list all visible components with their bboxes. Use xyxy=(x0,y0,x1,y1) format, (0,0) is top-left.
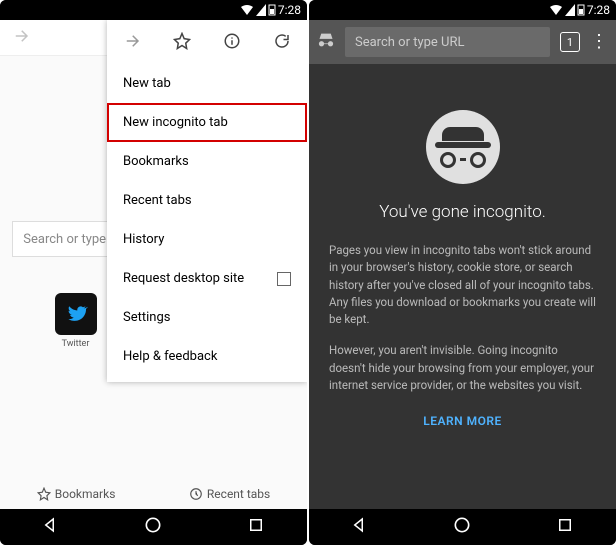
bookmarks-link[interactable]: Bookmarks xyxy=(37,487,116,501)
incognito-badge-icon xyxy=(317,31,335,53)
signal-icon xyxy=(565,4,575,16)
signal-icon xyxy=(256,4,266,16)
status-bar: 7:28 xyxy=(0,0,307,20)
incognito-icon xyxy=(426,110,500,184)
incognito-page: You've gone incognito. Pages you view in… xyxy=(309,64,616,452)
forward-icon[interactable] xyxy=(123,32,141,54)
star-icon[interactable] xyxy=(173,32,191,54)
forward-icon[interactable] xyxy=(12,27,30,49)
home-icon[interactable] xyxy=(452,515,472,539)
battery-icon xyxy=(577,4,585,16)
content-area-right: Search or type URL 1 ⋮ You've gone incog… xyxy=(309,20,616,509)
recent-tabs-link[interactable]: Recent tabs xyxy=(189,487,270,501)
back-icon[interactable] xyxy=(351,516,369,538)
battery-icon xyxy=(268,4,276,16)
menu-settings[interactable]: Settings xyxy=(107,298,307,337)
refresh-icon[interactable] xyxy=(273,32,291,54)
content-area-left: G Search or type U Twitter G Google News… xyxy=(0,20,307,509)
clock: 7:28 xyxy=(278,3,301,17)
wifi-icon xyxy=(240,4,254,16)
recents-icon[interactable] xyxy=(556,516,574,538)
learn-more-link[interactable]: LEARN MORE xyxy=(423,414,502,428)
phone-left: 7:28 G Search or type U Twitter G Google xyxy=(0,0,307,545)
bottom-links: Bookmarks Recent tabs xyxy=(0,487,307,501)
menu-recent-tabs[interactable]: Recent tabs xyxy=(107,181,307,220)
menu-history[interactable]: History xyxy=(107,220,307,259)
tab-switcher[interactable]: 1 xyxy=(560,32,580,52)
status-bar: 7:28 xyxy=(309,0,616,20)
url-input[interactable]: Search or type URL xyxy=(345,27,550,57)
shortcut-label: Twitter xyxy=(62,339,90,349)
incognito-paragraph-1: Pages you view in incognito tabs won't s… xyxy=(329,242,596,328)
menu-bookmarks[interactable]: Bookmarks xyxy=(107,142,307,181)
android-nav-bar xyxy=(0,509,307,545)
search-placeholder: Search or type U xyxy=(23,232,117,247)
overflow-menu: New tab New incognito tab Bookmarks Rece… xyxy=(107,20,307,382)
android-nav-bar xyxy=(309,509,616,545)
phone-right: 7:28 Search or type URL 1 ⋮ You've gone … xyxy=(309,0,616,545)
menu-new-incognito-tab[interactable]: New incognito tab xyxy=(107,103,307,142)
recents-icon[interactable] xyxy=(247,516,265,538)
clock: 7:28 xyxy=(587,3,610,17)
url-placeholder: Search or type URL xyxy=(355,35,464,50)
checkbox-icon[interactable] xyxy=(277,272,291,286)
back-icon[interactable] xyxy=(42,516,60,538)
info-icon[interactable] xyxy=(223,32,241,54)
menu-request-desktop[interactable]: Request desktop site xyxy=(107,259,307,298)
incognito-toolbar: Search or type URL 1 ⋮ xyxy=(309,20,616,64)
shortcut-twitter[interactable]: Twitter xyxy=(46,293,106,359)
incognito-title: You've gone incognito. xyxy=(379,202,546,222)
menu-help-feedback[interactable]: Help & feedback xyxy=(107,337,307,376)
menu-new-tab[interactable]: New tab xyxy=(107,64,307,103)
home-icon[interactable] xyxy=(143,515,163,539)
wifi-icon xyxy=(549,4,563,16)
incognito-paragraph-2: However, you aren't invisible. Going inc… xyxy=(329,342,596,394)
